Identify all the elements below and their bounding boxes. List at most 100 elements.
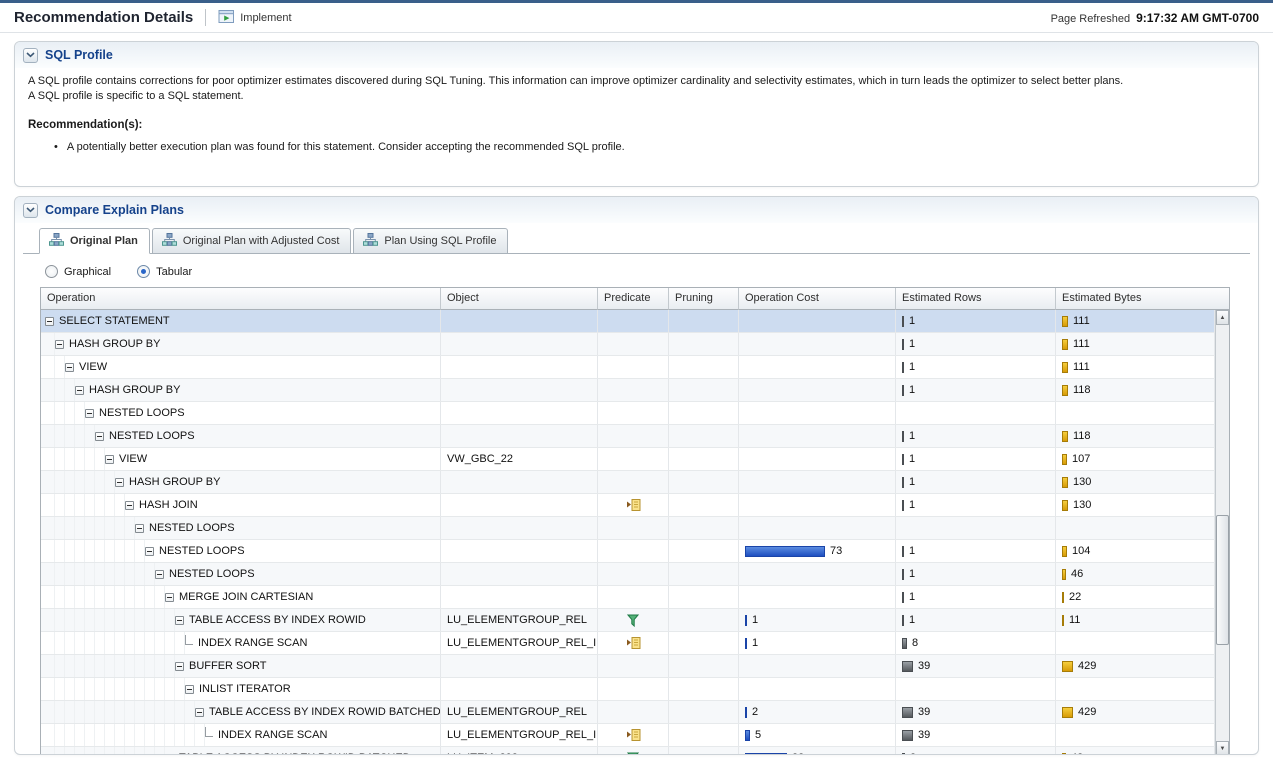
table-row[interactable]: TABLE ACCESS BY INDEX ROWID BATCHEDLU_EL… bbox=[41, 701, 1215, 724]
minus-glyph bbox=[57, 344, 62, 345]
indent-guide bbox=[65, 563, 75, 585]
collapse-toggle-icon[interactable] bbox=[165, 754, 174, 756]
table-row[interactable]: INDEX RANGE SCANLU_ELEMENTGROUP_REL_IDX1… bbox=[41, 632, 1215, 655]
table-row[interactable]: SELECT STATEMENT1111 bbox=[41, 310, 1215, 333]
collapse-toggle-icon[interactable] bbox=[135, 524, 144, 533]
estimated-bytes-cell: 11 bbox=[1056, 609, 1215, 631]
table-row[interactable]: VIEWVW_GBC_221107 bbox=[41, 448, 1215, 471]
minus-glyph bbox=[97, 436, 102, 437]
rows-bar bbox=[902, 477, 904, 488]
indent-guide bbox=[45, 586, 55, 608]
collapse-toggle-icon[interactable] bbox=[125, 501, 134, 510]
sql-profile-description-line2: A SQL profile is specific to a SQL state… bbox=[28, 89, 1245, 104]
table-row[interactable]: MERGE JOIN CARTESIAN122 bbox=[41, 586, 1215, 609]
collapse-toggle-icon[interactable] bbox=[75, 386, 84, 395]
table-row[interactable]: INDEX RANGE SCANLU_ELEMENTGROUP_REL_IDX1… bbox=[41, 724, 1215, 747]
table-row[interactable]: TABLE ACCESS BY INDEX ROWIDLU_ELEMENTGRO… bbox=[41, 609, 1215, 632]
table-row[interactable]: NESTED LOOPS1118 bbox=[41, 425, 1215, 448]
operation-label: TABLE ACCESS BY INDEX ROWID BATCHED bbox=[179, 752, 411, 755]
table-row[interactable]: HASH JOIN1130 bbox=[41, 494, 1215, 517]
collapse-toggle-icon[interactable] bbox=[155, 570, 164, 579]
tab-original-plan-adjusted-cost[interactable]: Original Plan with Adjusted Cost bbox=[152, 228, 352, 254]
table-row[interactable]: HASH GROUP BY1130 bbox=[41, 471, 1215, 494]
operation-cell: VIEW bbox=[41, 448, 441, 470]
table-row[interactable]: NESTED LOOPS731104 bbox=[41, 540, 1215, 563]
radio-icon[interactable] bbox=[45, 265, 58, 278]
scroll-down-icon[interactable]: ▼ bbox=[1216, 741, 1229, 755]
table-row[interactable]: VIEW1111 bbox=[41, 356, 1215, 379]
collapse-toggle-icon[interactable] bbox=[45, 317, 54, 326]
scroll-up-icon[interactable]: ▲ bbox=[1216, 310, 1229, 325]
estimated-bytes-cell bbox=[1056, 402, 1215, 424]
collapse-section-icon[interactable] bbox=[23, 48, 38, 63]
operation-label: MERGE JOIN CARTESIAN bbox=[179, 591, 313, 603]
indent-guide bbox=[45, 655, 55, 677]
bytes-value: 130 bbox=[1073, 499, 1091, 511]
operation-cost-cell: 2 bbox=[739, 701, 896, 723]
collapse-toggle-icon[interactable] bbox=[95, 432, 104, 441]
tab-original-plan[interactable]: Original Plan bbox=[39, 228, 150, 254]
implement-button[interactable]: Implement bbox=[218, 9, 291, 27]
page-title: Recommendation Details bbox=[14, 9, 193, 26]
table-row[interactable]: BUFFER SORT39429 bbox=[41, 655, 1215, 678]
collapse-toggle-icon[interactable] bbox=[105, 455, 114, 464]
indent-guide bbox=[145, 586, 155, 608]
indent-guide bbox=[105, 678, 115, 700]
table-row[interactable]: INLIST ITERATOR bbox=[41, 678, 1215, 701]
operation-cost-cell: 1 bbox=[739, 609, 896, 631]
minus-glyph bbox=[197, 712, 202, 713]
predicate-note-icon bbox=[626, 637, 641, 649]
sql-profile-panel: SQL Profile A SQL profile contains corre… bbox=[14, 41, 1259, 187]
radio-graphical[interactable]: Graphical bbox=[45, 265, 111, 278]
estimated-rows-cell: 39 bbox=[896, 655, 1056, 677]
table-row[interactable]: TABLE ACCESS BY INDEX ROWID BATCHEDLU_IT… bbox=[41, 747, 1215, 755]
collapse-toggle-icon[interactable] bbox=[115, 478, 124, 487]
predicate-cell bbox=[598, 494, 669, 516]
estimated-rows-cell: 8 bbox=[896, 632, 1056, 654]
bytes-value: 111 bbox=[1073, 338, 1090, 350]
tab-label: Original Plan with Adjusted Cost bbox=[183, 235, 340, 247]
radio-selected-icon[interactable] bbox=[137, 265, 150, 278]
operation-cost-cell bbox=[739, 448, 896, 470]
bytes-value: 104 bbox=[1072, 545, 1090, 557]
collapse-toggle-icon[interactable] bbox=[85, 409, 94, 418]
bytes-value: 11 bbox=[1069, 614, 1080, 626]
collapse-toggle-icon[interactable] bbox=[175, 662, 184, 671]
indent-guide bbox=[115, 494, 125, 516]
predicate-cell bbox=[598, 609, 669, 631]
radio-tabular[interactable]: Tabular bbox=[137, 265, 192, 278]
collapse-toggle-icon[interactable] bbox=[65, 363, 74, 372]
collapse-toggle-icon[interactable] bbox=[175, 616, 184, 625]
table-row[interactable]: NESTED LOOPS bbox=[41, 517, 1215, 540]
scroll-thumb[interactable] bbox=[1216, 515, 1229, 645]
sql-profile-description-line1: A SQL profile contains corrections for p… bbox=[28, 74, 1245, 89]
operation-cell: HASH GROUP BY bbox=[41, 379, 441, 401]
tab-plan-using-sql-profile[interactable]: Plan Using SQL Profile bbox=[353, 228, 508, 254]
recommendation-text: A potentially better execution plan was … bbox=[67, 140, 625, 155]
indent-guide bbox=[165, 678, 175, 700]
indent-guide bbox=[75, 609, 85, 631]
table-scrollbar[interactable]: ▲ ▼ bbox=[1215, 310, 1229, 755]
collapse-toggle-icon[interactable] bbox=[55, 340, 64, 349]
bytes-bar bbox=[1062, 661, 1073, 672]
rows-value: 1 bbox=[909, 384, 915, 396]
bytes-bar bbox=[1062, 569, 1066, 580]
minus-glyph bbox=[157, 574, 162, 575]
collapse-toggle-icon[interactable] bbox=[195, 708, 204, 717]
object-cell bbox=[441, 310, 598, 332]
table-row[interactable]: HASH GROUP BY1118 bbox=[41, 379, 1215, 402]
estimated-bytes-cell: 111 bbox=[1056, 310, 1215, 332]
collapse-toggle-icon[interactable] bbox=[185, 685, 194, 694]
rows-bar bbox=[902, 316, 904, 327]
column-header-estimated-bytes: Estimated Bytes bbox=[1056, 288, 1229, 310]
bytes-bar bbox=[1062, 431, 1068, 442]
operation-label: HASH GROUP BY bbox=[69, 338, 161, 350]
table-row[interactable]: NESTED LOOPS bbox=[41, 402, 1215, 425]
table-row[interactable]: NESTED LOOPS146 bbox=[41, 563, 1215, 586]
collapse-section-icon[interactable] bbox=[23, 203, 38, 218]
predicate-cell bbox=[598, 586, 669, 608]
minus-glyph bbox=[107, 459, 112, 460]
collapse-toggle-icon[interactable] bbox=[145, 547, 154, 556]
collapse-toggle-icon[interactable] bbox=[165, 593, 174, 602]
table-row[interactable]: HASH GROUP BY1111 bbox=[41, 333, 1215, 356]
